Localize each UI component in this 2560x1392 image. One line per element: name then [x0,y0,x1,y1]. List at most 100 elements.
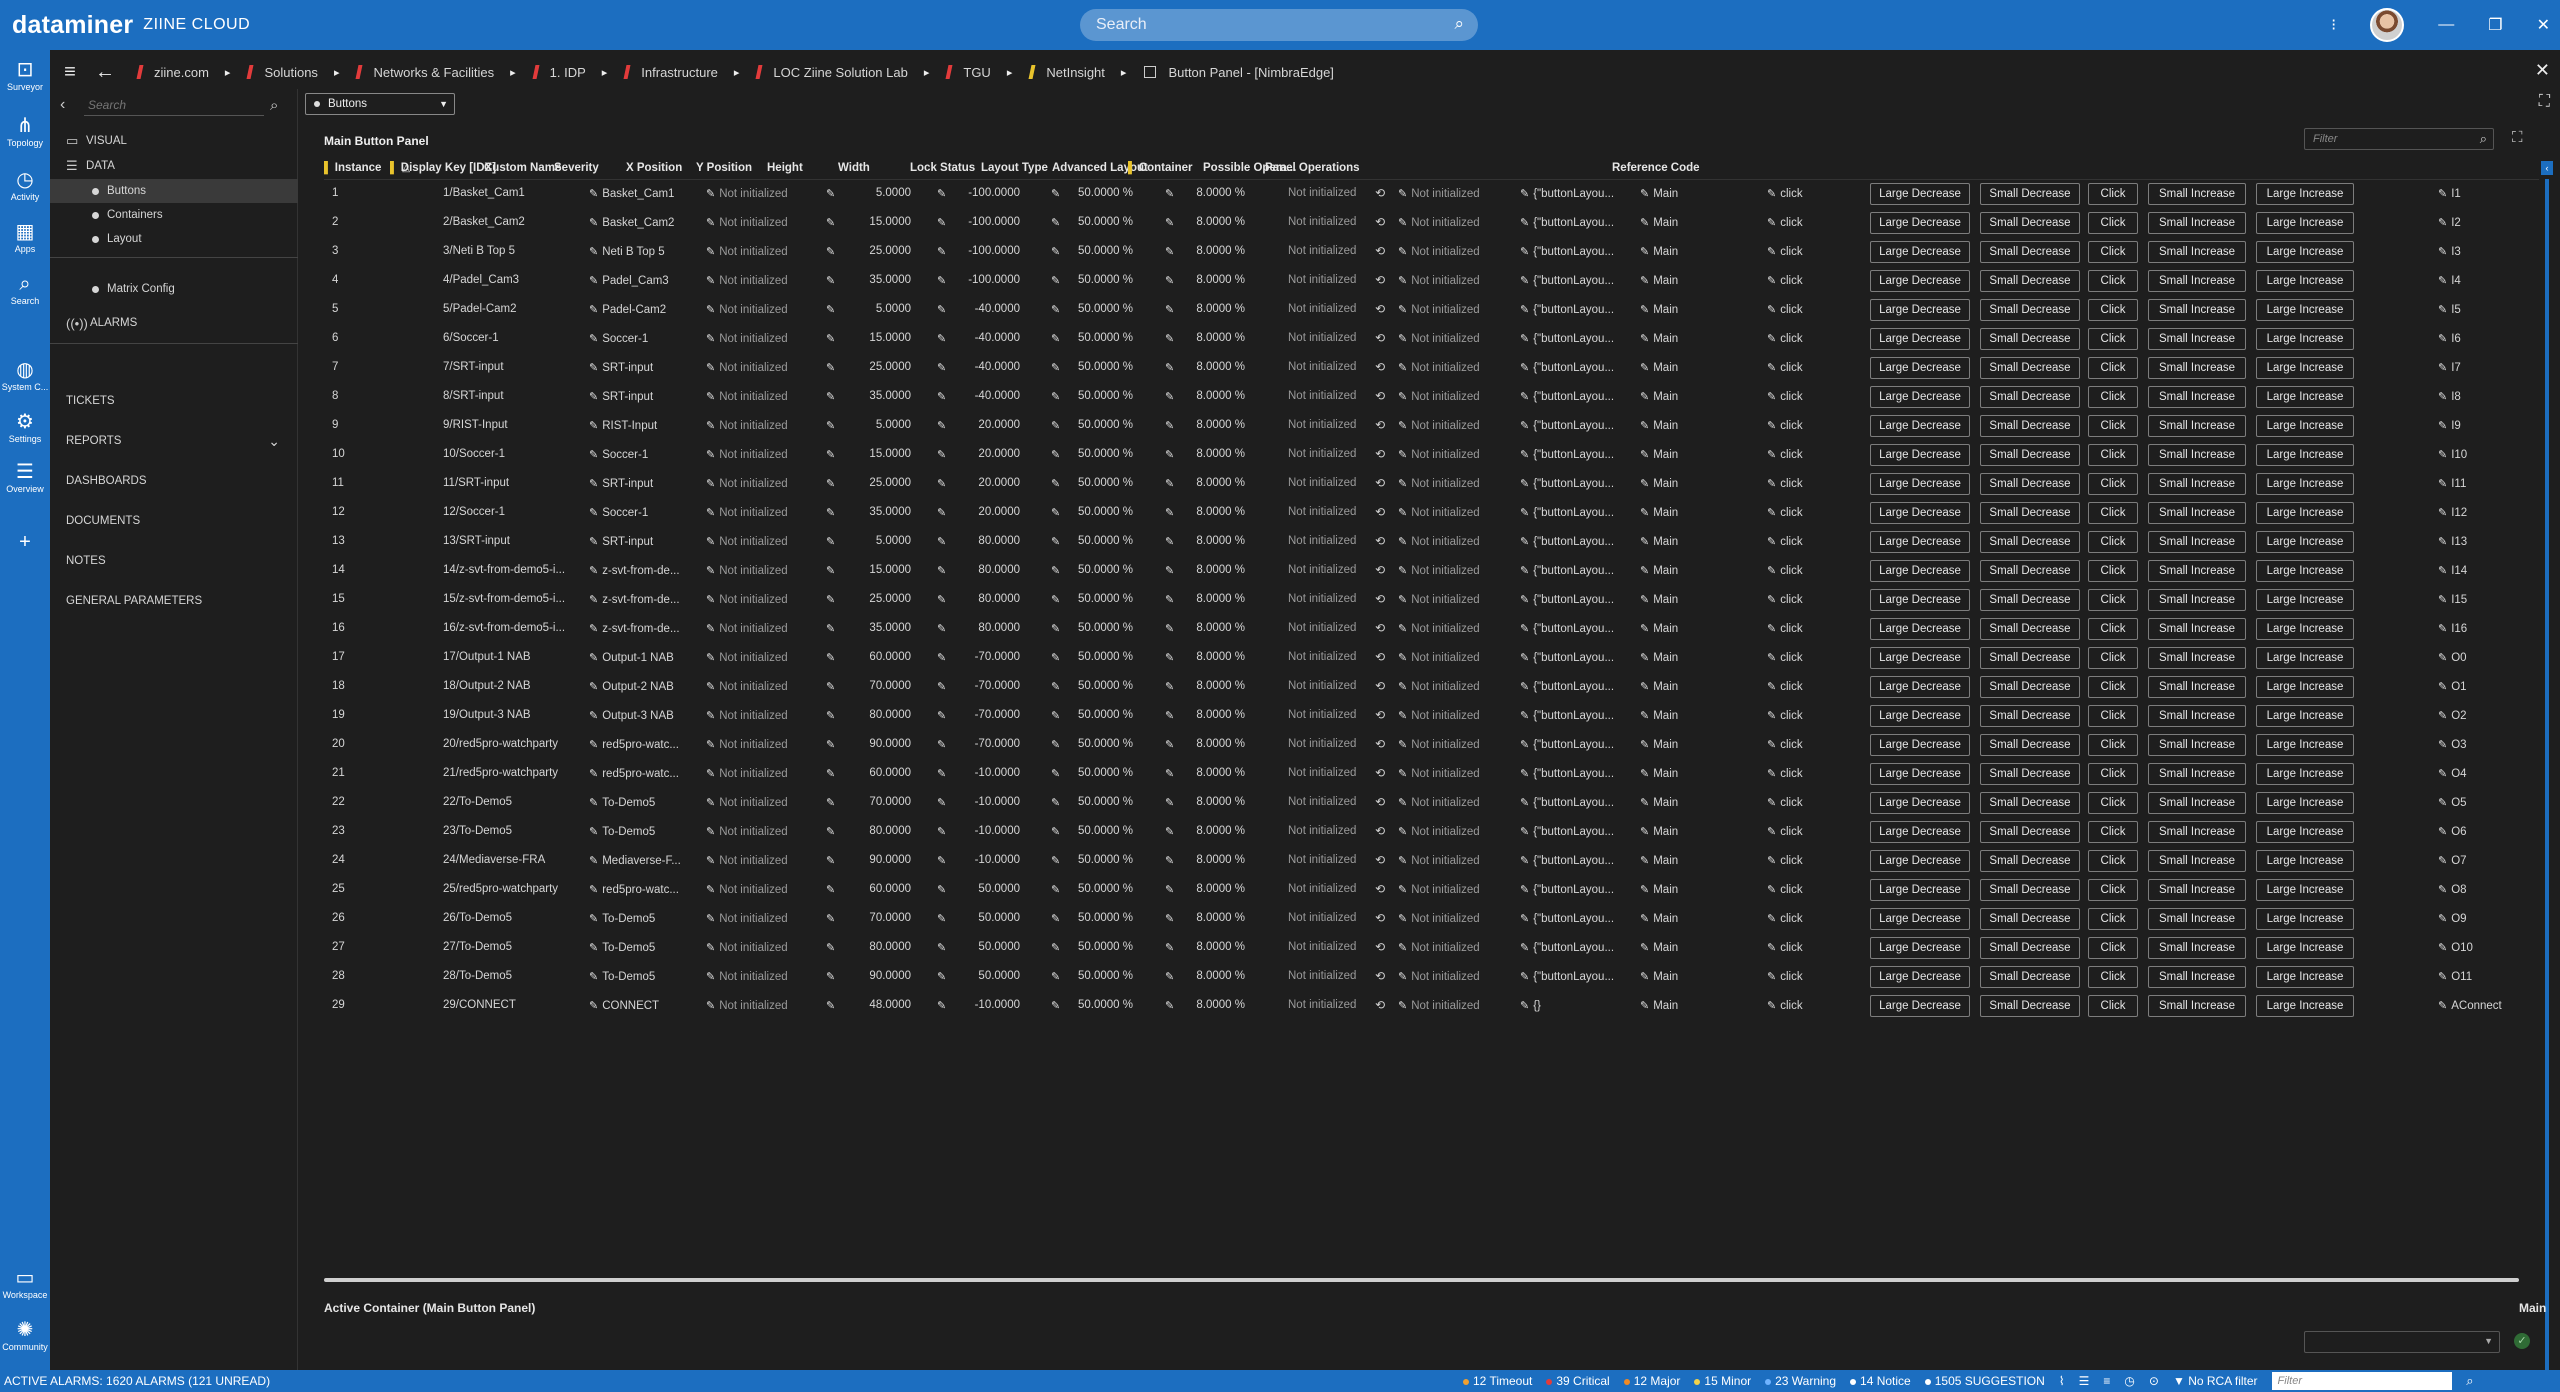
edit-pencil-icon[interactable]: ✎ [1165,390,1174,403]
edit-pencil-icon[interactable]: ✎ [706,303,715,316]
small-increase-button[interactable]: Small Increase [2148,473,2246,495]
cell-layout-type[interactable]: ✎ Not initialized [1398,535,1480,548]
cell-width[interactable]: ✎ 8.0000 % [1165,390,1245,403]
cell-possible-operations[interactable]: ✎ click [1767,622,1803,635]
cell-x-position[interactable]: ✎ 70.0000 [826,796,911,809]
large-increase-button[interactable]: Large Increase [2256,415,2354,437]
edit-pencil-icon[interactable]: ✎ [2438,245,2447,258]
edit-pencil-icon[interactable]: ✎ [1051,912,1060,925]
cell-layout-type[interactable]: ✎ Not initialized [1398,332,1480,345]
edit-pencil-icon[interactable]: ✎ [1398,970,1407,983]
edit-pencil-icon[interactable]: ✎ [1165,970,1174,983]
alarm-count-badge[interactable]: 39 Critical [1546,1374,1610,1388]
more-icon[interactable]: ⁝ [2331,15,2336,35]
cell-height[interactable]: ✎ 50.0000 % [1051,767,1133,780]
cell-height[interactable]: ✎ 50.0000 % [1051,970,1133,983]
minimize-icon[interactable]: — [2438,16,2454,34]
edit-pencil-icon[interactable]: ✎ [2438,361,2447,374]
cell-reference-code[interactable]: ✎ O4 [2438,767,2467,780]
cell-reference-code[interactable]: ✎ I6 [2438,332,2461,345]
refresh-icon[interactable]: ⟲ [1375,476,1385,490]
cell-custom-name[interactable]: ✎ red5pro-watc... [589,883,694,896]
large-decrease-button[interactable]: Large Decrease [1870,183,1970,205]
edit-pencil-icon[interactable]: ✎ [589,883,598,896]
cell-layout-type[interactable]: ✎ Not initialized [1398,622,1480,635]
side-item-containers[interactable]: Containers [50,203,298,227]
cell-reference-code[interactable]: ✎ I9 [2438,419,2461,432]
cell-advanced-layout[interactable]: ✎ {"buttonLayou... [1520,564,1620,577]
large-increase-button[interactable]: Large Increase [2256,647,2354,669]
cell-x-position[interactable]: ✎ 70.0000 [826,912,911,925]
edit-pencil-icon[interactable]: ✎ [826,709,835,722]
edit-pencil-icon[interactable]: ✎ [706,738,715,751]
cell-severity[interactable]: ✎ Not initialized [706,651,788,664]
edit-pencil-icon[interactable]: ✎ [589,622,598,635]
large-increase-button[interactable]: Large Increase [2256,183,2354,205]
edit-pencil-icon[interactable]: ✎ [1520,825,1529,838]
cell-reference-code[interactable]: ✎ O8 [2438,883,2467,896]
cell-height[interactable]: ✎ 50.0000 % [1051,448,1133,461]
edit-pencil-icon[interactable]: ✎ [1398,332,1407,345]
edit-pencil-icon[interactable]: ✎ [1520,970,1529,983]
cell-x-position[interactable]: ✎ 48.0000 [826,999,911,1012]
cell-container[interactable]: ✎ Main [1640,216,1678,229]
cell-possible-operations[interactable]: ✎ click [1767,506,1803,519]
cell-height[interactable]: ✎ 50.0000 % [1051,680,1133,693]
cell-reference-code[interactable]: ✎ I14 [2438,564,2467,577]
side-item-tickets[interactable]: TICKETS [50,389,298,413]
edit-pencil-icon[interactable]: ✎ [826,912,835,925]
container-select[interactable]: ▼ [2304,1331,2500,1353]
edit-pencil-icon[interactable]: ✎ [937,274,946,287]
cell-advanced-layout[interactable]: ✎ {"buttonLayou... [1520,912,1620,925]
edit-pencil-icon[interactable]: ✎ [2438,709,2447,722]
click-button[interactable]: Click [2088,763,2138,785]
edit-pencil-icon[interactable]: ✎ [937,622,946,635]
cell-possible-operations[interactable]: ✎ click [1767,709,1803,722]
cell-custom-name[interactable]: ✎ To-Demo5 [589,796,694,809]
edit-pencil-icon[interactable]: ✎ [2438,796,2447,809]
edit-pencil-icon[interactable]: ✎ [937,216,946,229]
edit-pencil-icon[interactable]: ✎ [706,593,715,606]
cell-width[interactable]: ✎ 8.0000 % [1165,593,1245,606]
edit-pencil-icon[interactable]: ✎ [2438,477,2447,490]
edit-pencil-icon[interactable]: ✎ [1640,245,1649,258]
cell-severity[interactable]: ✎ Not initialized [706,738,788,751]
large-increase-button[interactable]: Large Increase [2256,473,2354,495]
cell-possible-operations[interactable]: ✎ click [1767,825,1803,838]
refresh-icon[interactable]: ⟲ [1375,737,1385,751]
cell-possible-operations[interactable]: ✎ click [1767,303,1803,316]
cell-container[interactable]: ✎ Main [1640,767,1678,780]
edit-pencil-icon[interactable]: ✎ [1165,332,1174,345]
edit-pencil-icon[interactable]: ✎ [1165,448,1174,461]
edit-pencil-icon[interactable]: ✎ [1398,709,1407,722]
edit-pencil-icon[interactable]: ✎ [589,361,598,374]
edit-pencil-icon[interactable]: ✎ [1767,738,1776,751]
cell-possible-operations[interactable]: ✎ click [1767,912,1803,925]
large-increase-button[interactable]: Large Increase [2256,705,2354,727]
cell-x-position[interactable]: ✎ 15.0000 [826,332,911,345]
cell-severity[interactable]: ✎ Not initialized [706,680,788,693]
small-increase-button[interactable]: Small Increase [2148,676,2246,698]
cell-layout-type[interactable]: ✎ Not initialized [1398,390,1480,403]
column-header[interactable]: Height [767,162,803,174]
small-increase-button[interactable]: Small Increase [2148,386,2246,408]
edit-pencil-icon[interactable]: ✎ [1051,970,1060,983]
edit-pencil-icon[interactable]: ✎ [2438,622,2447,635]
cell-layout-type[interactable]: ✎ Not initialized [1398,187,1480,200]
click-button[interactable]: Click [2088,241,2138,263]
side-item-data[interactable]: ☰ DATA [50,154,298,178]
cell-x-position[interactable]: ✎ 35.0000 [826,390,911,403]
cell-possible-operations[interactable]: ✎ click [1767,361,1803,374]
refresh-icon[interactable]: ⟲ [1375,824,1385,838]
cell-container[interactable]: ✎ Main [1640,332,1678,345]
large-increase-button[interactable]: Large Increase [2256,560,2354,582]
edit-pencil-icon[interactable]: ✎ [826,390,835,403]
edit-pencil-icon[interactable]: ✎ [1767,361,1776,374]
list-icon[interactable]: ☰ [2079,1374,2090,1388]
cell-height[interactable]: ✎ 50.0000 % [1051,738,1133,751]
cell-y-position[interactable]: ✎ -40.0000 [937,390,1020,403]
small-decrease-button[interactable]: Small Decrease [1980,589,2080,611]
cell-layout-type[interactable]: ✎ Not initialized [1398,854,1480,867]
column-header[interactable]: ▌ Display Key [IDX] [390,162,496,174]
refresh-icon[interactable]: ⟲ [1375,273,1385,287]
